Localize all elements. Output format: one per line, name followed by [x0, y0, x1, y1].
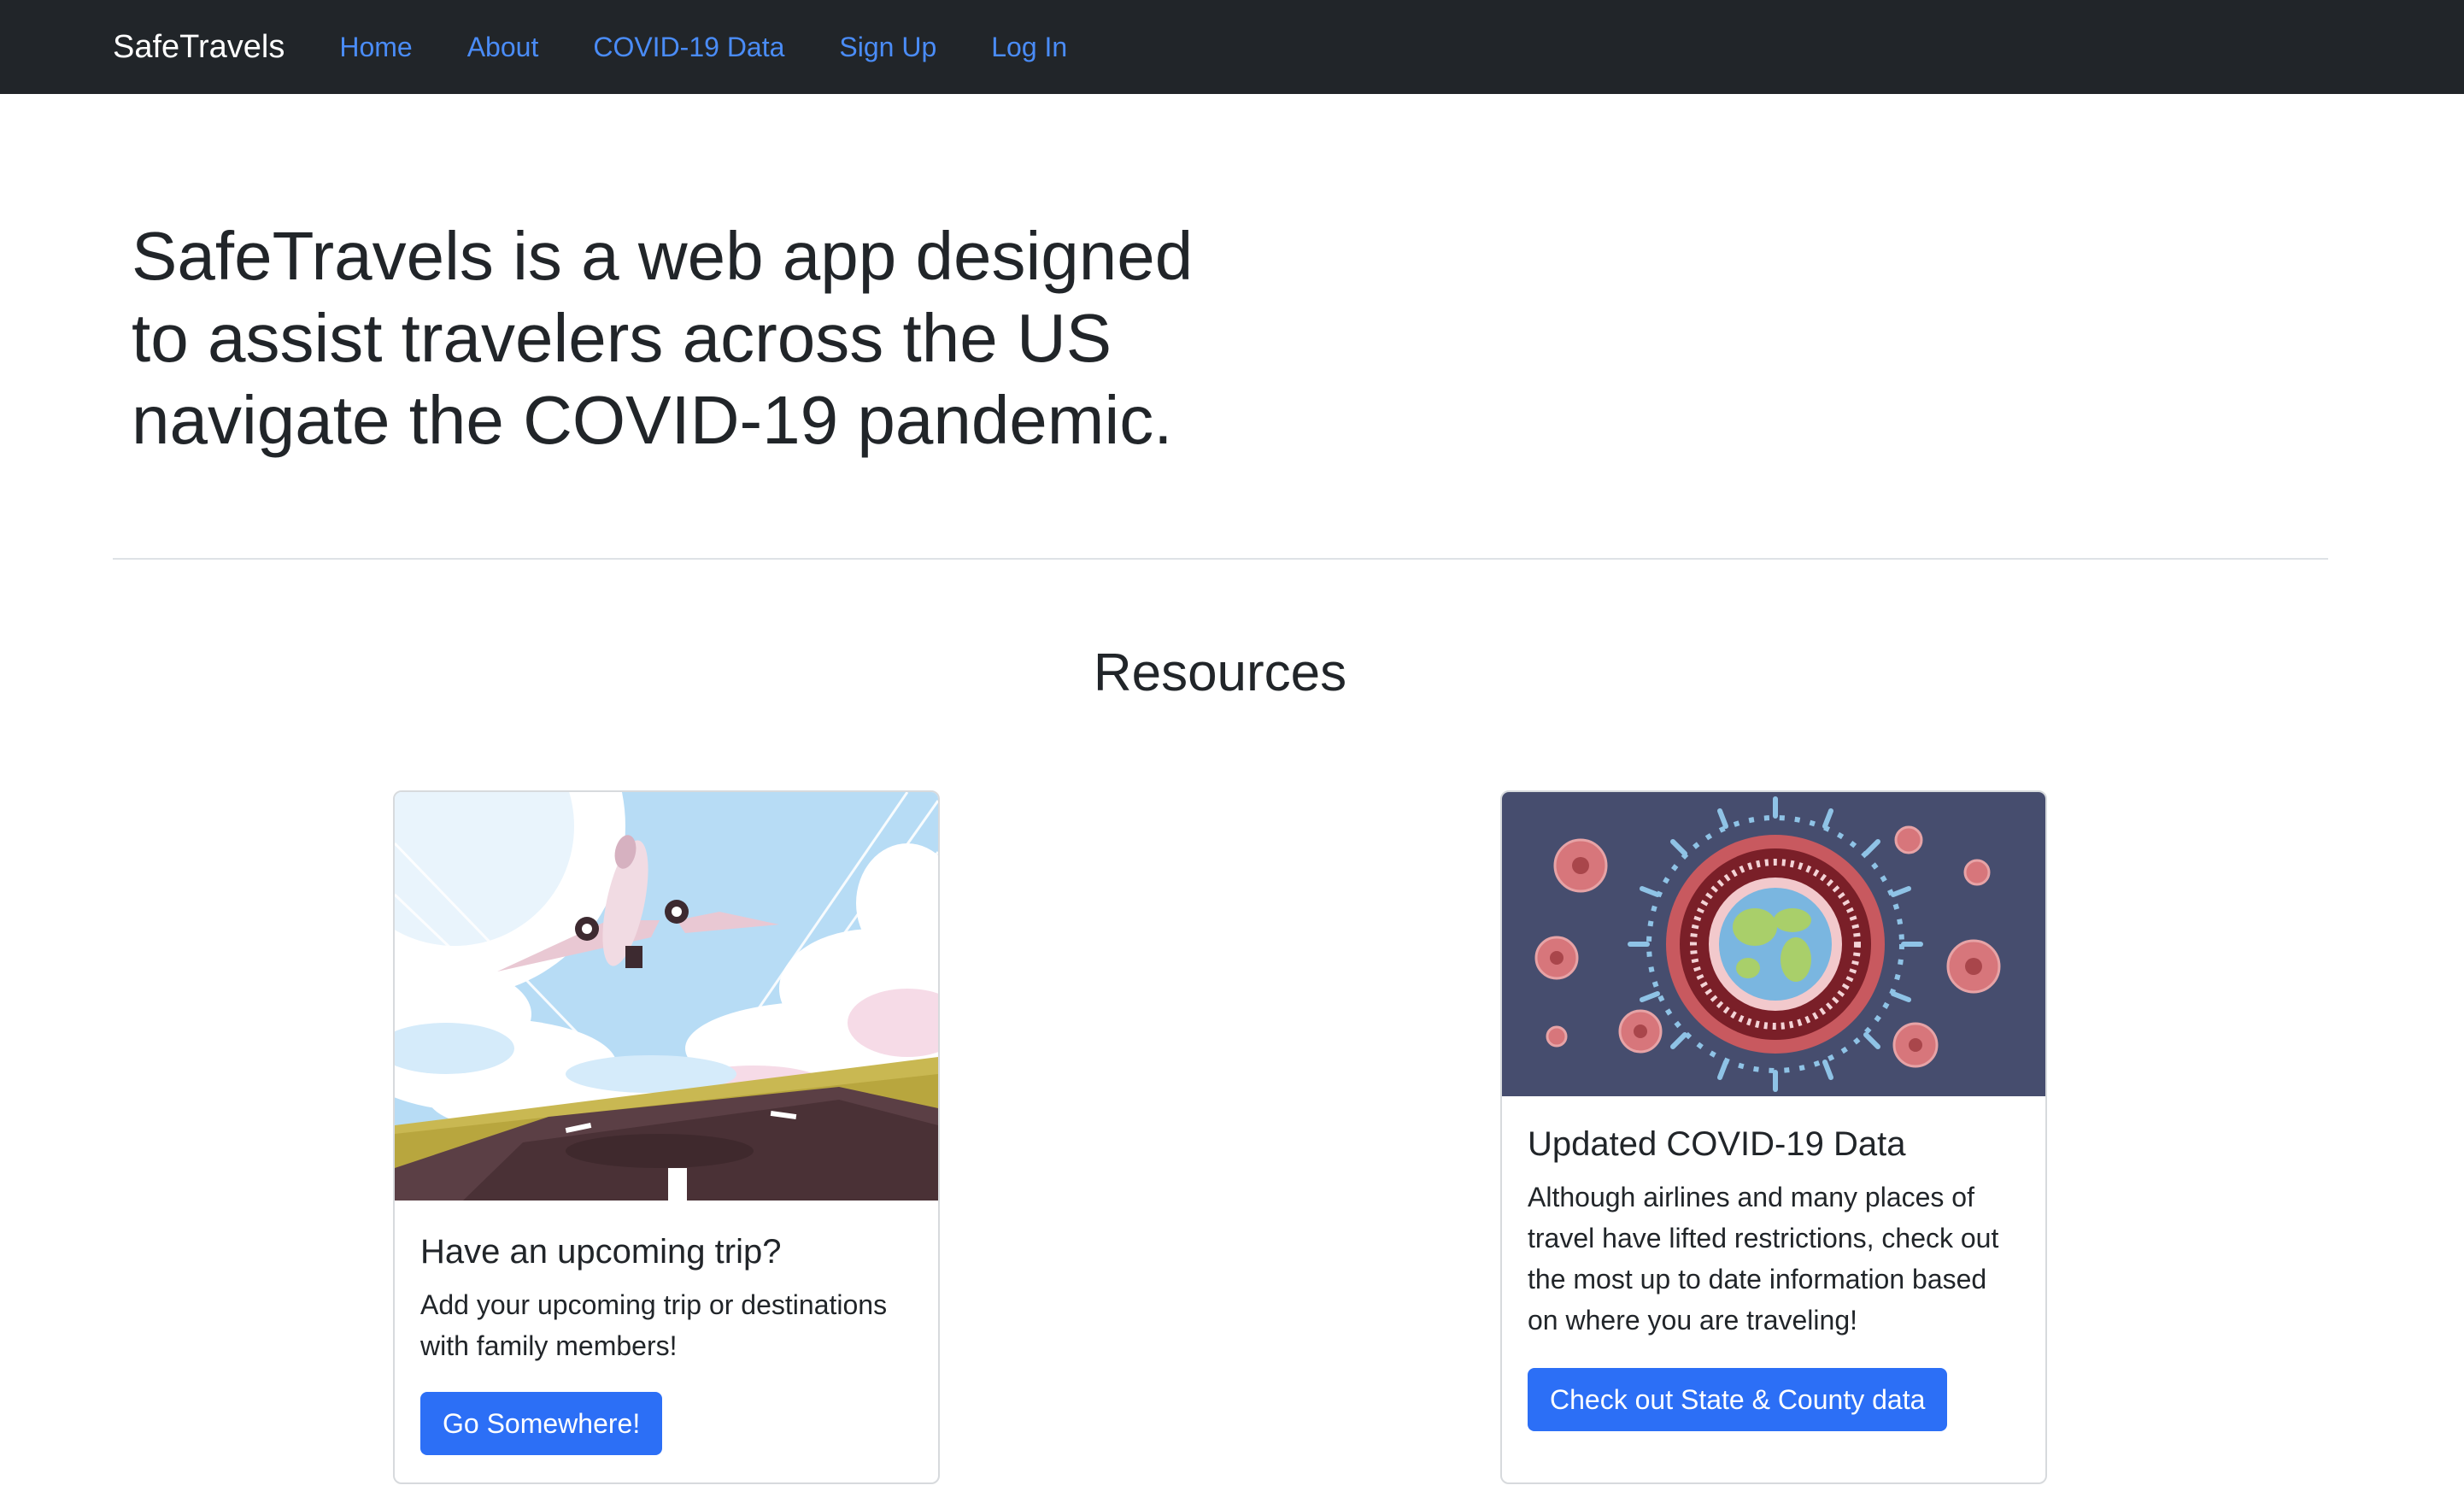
nav-link-sign-up[interactable]: Sign Up	[839, 32, 936, 63]
resources-title: Resources	[1093, 643, 1347, 702]
go-somewhere-button[interactable]: Go Somewhere!	[420, 1392, 663, 1455]
card-text: Add your upcoming trip or destinations w…	[420, 1289, 888, 1361]
divider	[113, 558, 2328, 560]
nav-link-covid-data[interactable]: COVID-19 Data	[593, 32, 784, 63]
card-title: Updated COVID-19 Data	[1528, 1125, 1906, 1163]
nav-link-home[interactable]: Home	[339, 32, 412, 63]
airplane-takeoff-illustration	[395, 792, 938, 1201]
trip-card: Have an upcoming trip? Add your upcoming…	[393, 790, 940, 1484]
card-text: Although airlines and many places of tra…	[1528, 1182, 1999, 1336]
coronavirus-globe-illustration	[1502, 792, 2045, 1096]
nav-link-log-in[interactable]: Log In	[991, 32, 1067, 63]
covid-data-card: Updated COVID-19 Data Although airlines …	[1500, 790, 2047, 1484]
nav-link-about[interactable]: About	[467, 32, 539, 63]
navbar: SafeTravels Home About COVID-19 Data Sig…	[0, 0, 2464, 94]
hero-title: SafeTravels is a web app designed to ass…	[132, 218, 1194, 458]
card-title: Have an upcoming trip?	[420, 1233, 782, 1271]
state-county-data-button[interactable]: Check out State & County data	[1528, 1368, 1948, 1431]
brand-link[interactable]: SafeTravels	[113, 29, 285, 66]
